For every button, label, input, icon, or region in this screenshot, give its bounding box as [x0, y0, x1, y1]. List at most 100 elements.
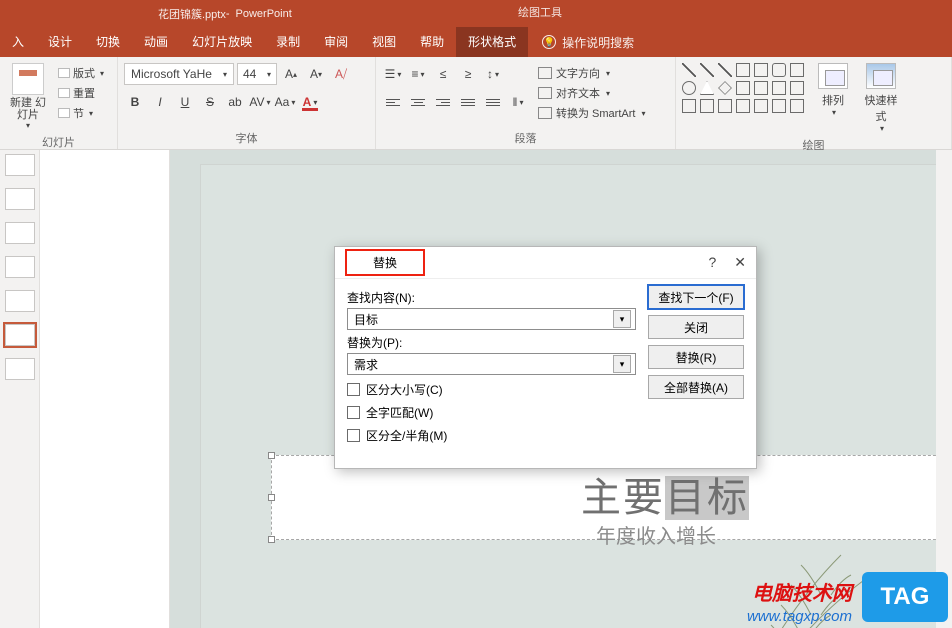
handle-bl[interactable]	[268, 536, 275, 543]
tab-animations[interactable]: 动画	[132, 27, 180, 57]
shape-conn-icon[interactable]	[754, 99, 768, 113]
find-value: 目标	[354, 311, 378, 328]
chevron-down-icon: ▾	[6, 121, 50, 130]
bullets-button[interactable]: ☰▾	[382, 63, 404, 85]
tab-transitions[interactable]: 切换	[84, 27, 132, 57]
dialog-titlebar[interactable]: 替换 ? ✕	[335, 247, 756, 279]
italic-button[interactable]: I	[149, 91, 171, 113]
tab-shape-format[interactable]: 形状格式	[456, 27, 528, 57]
shape-circle-icon[interactable]	[682, 81, 696, 95]
arrange-button[interactable]: 排列▾	[812, 63, 854, 117]
font-color-button[interactable]: A▾	[299, 91, 321, 113]
shape-tbox-icon[interactable]	[790, 63, 804, 77]
handle-ml[interactable]	[268, 494, 275, 501]
whole-word-check[interactable]: 全字匹配(W)	[347, 404, 636, 421]
layout-button[interactable]: 版式▾	[56, 63, 106, 83]
char-spacing-button[interactable]: AV▾	[249, 91, 271, 113]
line-spacing-button[interactable]: ↕▾	[482, 63, 504, 85]
align-justify-button[interactable]	[457, 91, 479, 113]
thumb-6[interactable]	[5, 324, 35, 346]
numbering-button[interactable]: ≡▾	[407, 63, 429, 85]
clear-format-button[interactable]: A⧸	[330, 63, 352, 85]
tab-view[interactable]: 视图	[360, 27, 408, 57]
align-left-button[interactable]	[382, 91, 404, 113]
shape-star-icon[interactable]	[772, 81, 786, 95]
font-size-combo[interactable]: 44▾	[237, 63, 277, 85]
replace-input[interactable]: 需求 ▾	[347, 353, 636, 375]
tell-me[interactable]: 💡 操作说明搜索	[542, 34, 634, 51]
shape-tri-icon[interactable]	[700, 81, 714, 95]
close-button[interactable]: 关闭	[648, 315, 744, 339]
thumb-7[interactable]	[5, 358, 35, 380]
tell-me-label: 操作说明搜索	[562, 34, 634, 51]
dialog-help-button[interactable]: ?	[708, 254, 716, 271]
shape-rrect-icon[interactable]	[772, 63, 786, 77]
shape-curve-icon[interactable]	[682, 99, 696, 113]
align-text-button[interactable]: 对齐文本▾	[535, 83, 648, 103]
match-case-check[interactable]: 区分大小写(C)	[347, 381, 636, 398]
indent-inc-button[interactable]: ≥	[457, 63, 479, 85]
shape-dia-icon[interactable]	[718, 81, 732, 95]
text-direction-button[interactable]: 文字方向▾	[535, 63, 648, 83]
align-center-button[interactable]	[407, 91, 429, 113]
shape-free-icon[interactable]	[700, 99, 714, 113]
find-dropdown-button[interactable]: ▾	[613, 310, 631, 328]
shapes-gallery[interactable]	[682, 63, 806, 115]
text-shadow-button[interactable]: ab	[224, 91, 246, 113]
shape-line2-icon[interactable]	[700, 63, 714, 77]
thumb-2[interactable]	[5, 188, 35, 210]
shape-hex-icon[interactable]	[754, 81, 768, 95]
change-case-button[interactable]: Aa▾	[274, 91, 296, 113]
columns-button[interactable]: ‖▾	[507, 91, 529, 113]
grow-font-button[interactable]: A▴	[280, 63, 302, 85]
tab-slideshow[interactable]: 幻灯片放映	[180, 27, 264, 57]
shape-brace-icon[interactable]	[718, 99, 732, 113]
thumb-4[interactable]	[5, 256, 35, 278]
tab-record[interactable]: 录制	[264, 27, 312, 57]
shrink-font-button[interactable]: A▾	[305, 63, 327, 85]
shape-line-icon[interactable]	[682, 63, 696, 77]
handle-tl[interactable]	[268, 452, 275, 459]
slide-subtitle[interactable]: 年度收入增长	[596, 520, 716, 549]
align-distribute-button[interactable]	[482, 91, 504, 113]
new-slide-button[interactable]: 新建 幻灯片 ▾	[6, 63, 50, 130]
shape-arrow-icon[interactable]	[718, 63, 732, 77]
reset-button[interactable]: 重置	[56, 83, 106, 103]
shape-rect2-icon[interactable]	[754, 63, 768, 77]
quick-styles-button[interactable]: 快速样式▾	[860, 63, 902, 133]
find-input[interactable]: 目标 ▾	[347, 308, 636, 330]
align-right-button[interactable]	[432, 91, 454, 113]
halfwidth-check[interactable]: 区分全/半角(M)	[347, 427, 636, 444]
bold-button[interactable]: B	[124, 91, 146, 113]
replace-dropdown-button[interactable]: ▾	[613, 355, 631, 373]
shape-arr-icon[interactable]	[736, 81, 750, 95]
vertical-scrollbar[interactable]	[936, 150, 952, 628]
replace-button[interactable]: 替换(R)	[648, 345, 744, 369]
thumbnail-pane[interactable]	[0, 150, 40, 628]
indent-dec-button[interactable]: ≤	[432, 63, 454, 85]
tab-review[interactable]: 审阅	[312, 27, 360, 57]
underline-button[interactable]: U	[174, 91, 196, 113]
outline-pane[interactable]	[40, 150, 170, 628]
dialog-close-button[interactable]: ✕	[734, 254, 746, 271]
section-button[interactable]: 节▾	[56, 103, 106, 123]
shape-rect-icon[interactable]	[736, 63, 750, 77]
shape-more-icon[interactable]	[790, 81, 804, 95]
slide-title[interactable]: 主要目标	[581, 465, 749, 523]
tab-insert-partial[interactable]: 入	[0, 27, 36, 57]
smartart-button[interactable]: 转换为 SmartArt▾	[535, 103, 648, 123]
strike-button[interactable]: S	[199, 91, 221, 113]
dialog-title: 替换	[345, 249, 425, 276]
shape-cloud-icon[interactable]	[772, 99, 786, 113]
replace-all-button[interactable]: 全部替换(A)	[648, 375, 744, 399]
tab-help[interactable]: 帮助	[408, 27, 456, 57]
thumb-5[interactable]	[5, 290, 35, 312]
shape-brace2-icon[interactable]	[736, 99, 750, 113]
title-part-b: 目标	[665, 476, 749, 520]
tab-design[interactable]: 设计	[36, 27, 84, 57]
thumb-1[interactable]	[5, 154, 35, 176]
thumb-3[interactable]	[5, 222, 35, 244]
font-name-combo[interactable]: Microsoft YaHe▾	[124, 63, 234, 85]
find-next-button[interactable]: 查找下一个(F)	[648, 285, 744, 309]
shape-expand-icon[interactable]	[790, 99, 804, 113]
